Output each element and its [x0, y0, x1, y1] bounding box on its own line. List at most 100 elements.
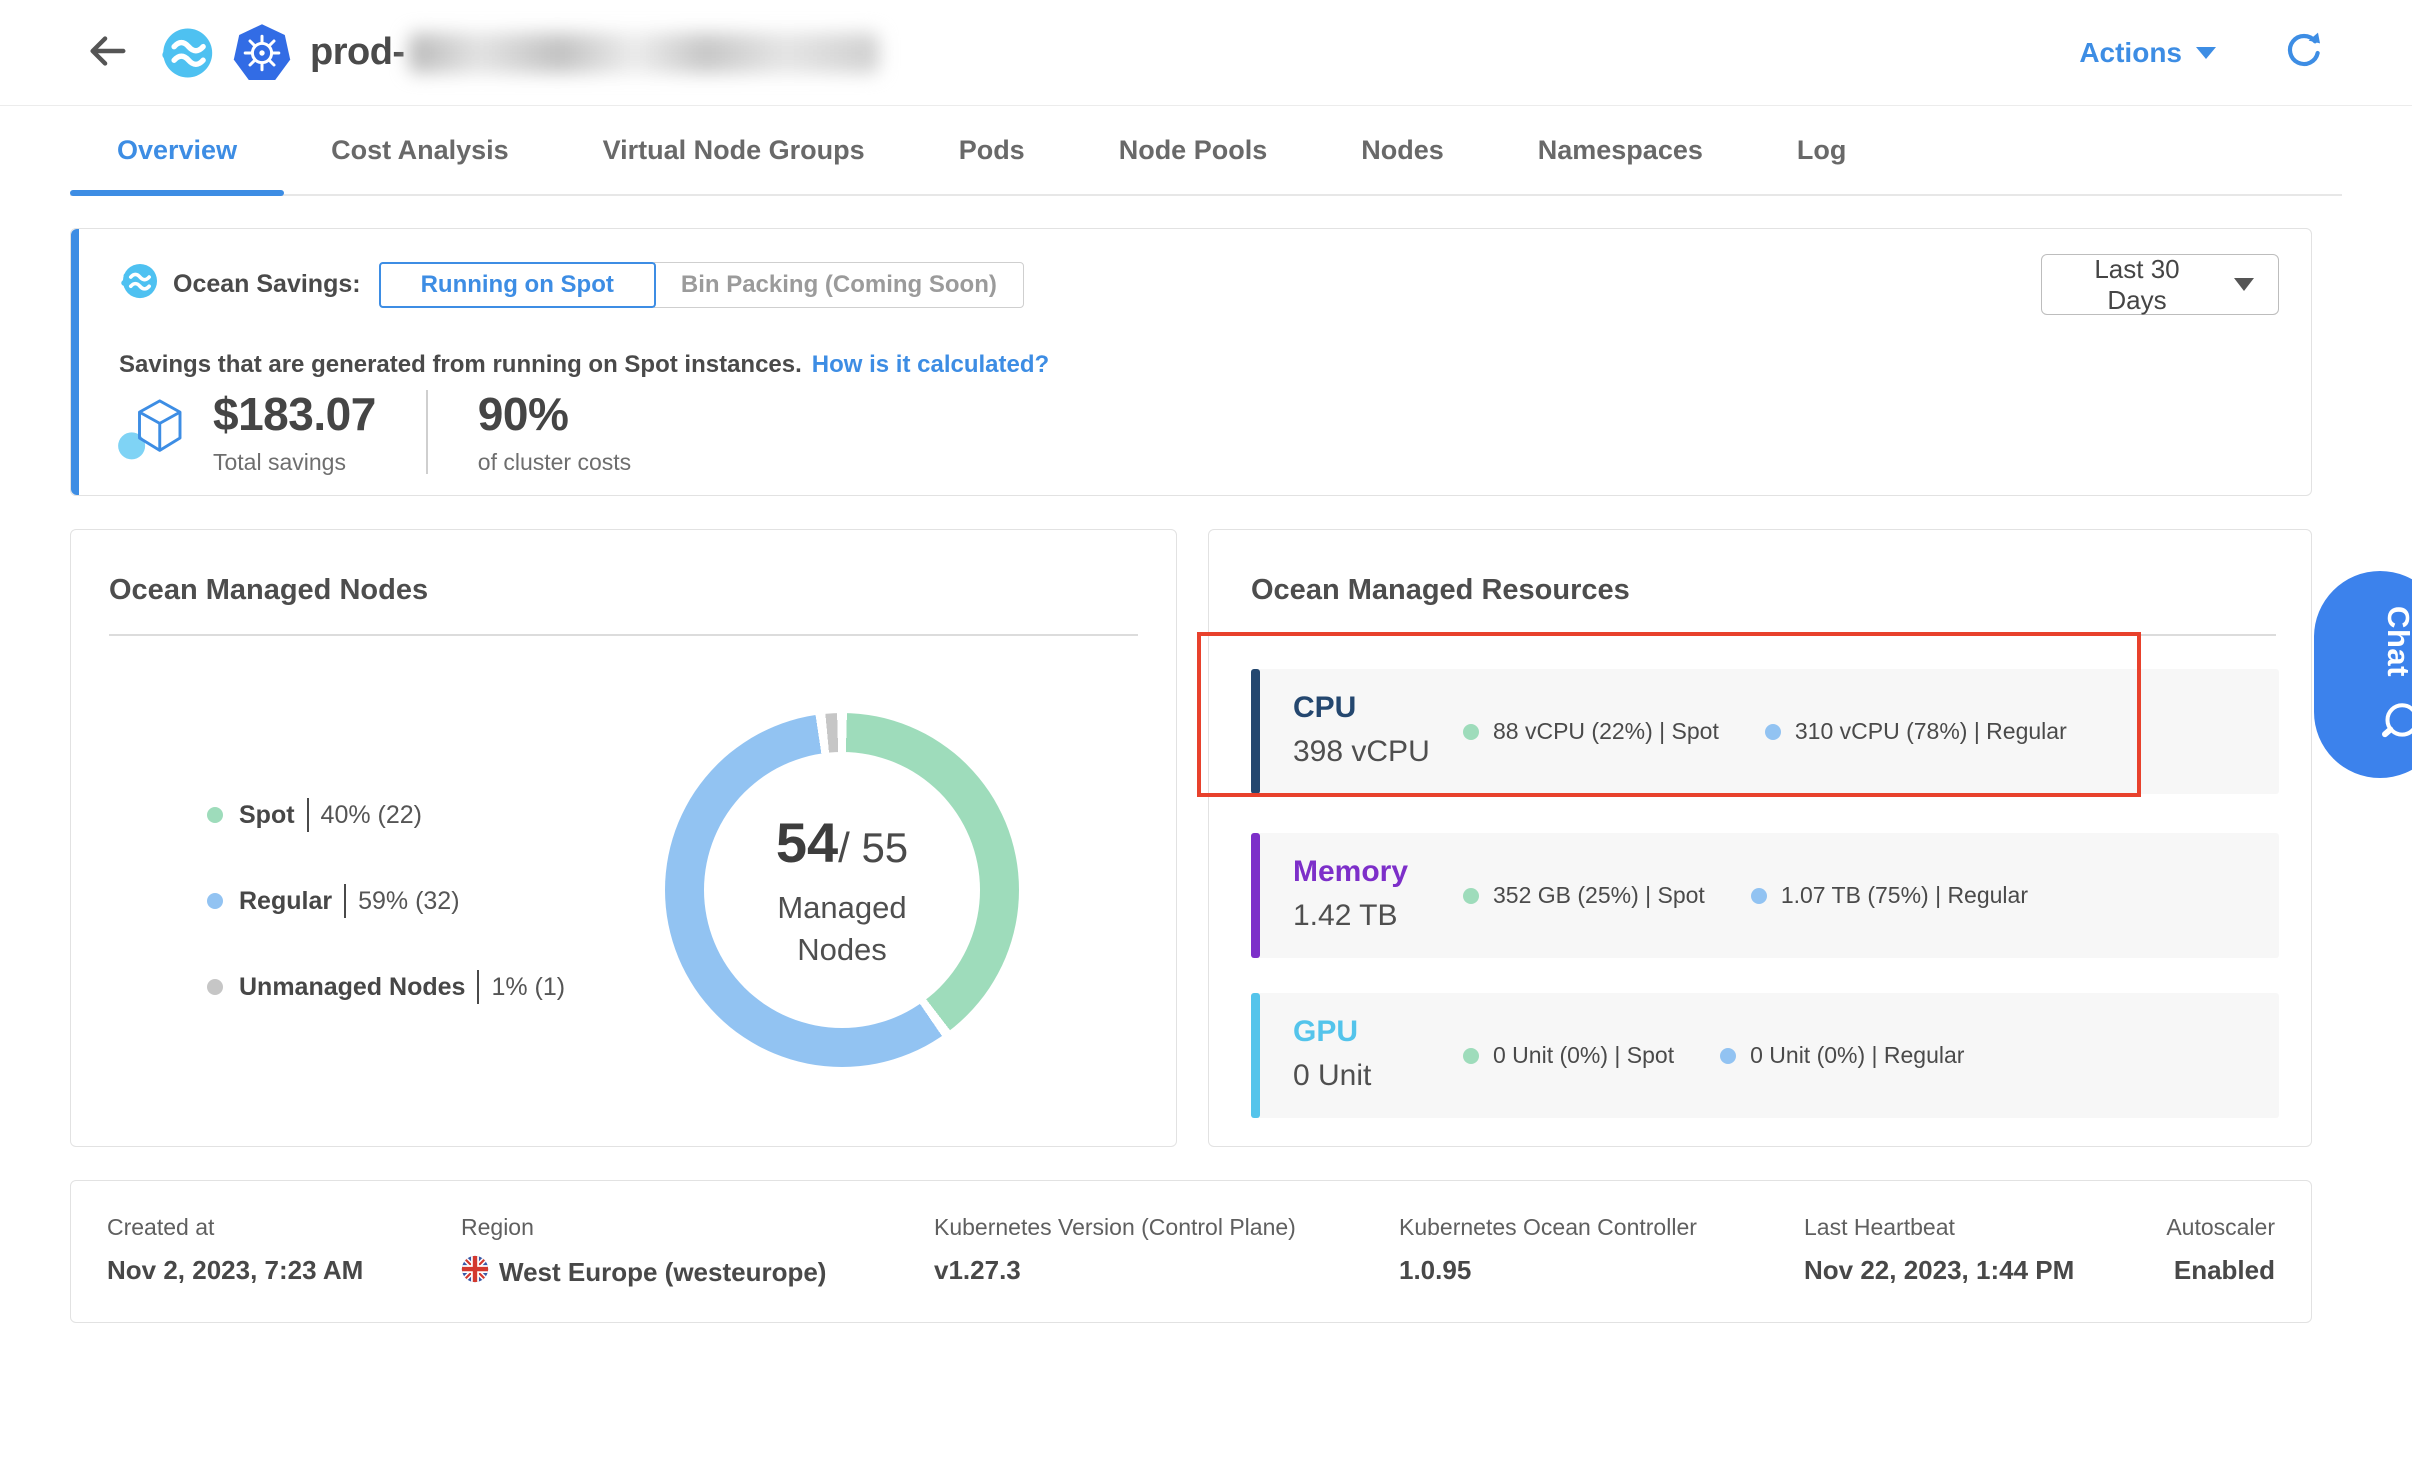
memory-name: Memory [1293, 855, 1408, 889]
savings-description: Savings that are generated from running … [119, 351, 1049, 379]
gpu-regular-stat: 0 Unit (0%) | Regular [1720, 1042, 1964, 1069]
spot-dot [1463, 1048, 1479, 1064]
kubernetes-icon [232, 23, 292, 83]
spot-dot [1463, 888, 1479, 904]
running-on-spot-toggle[interactable]: Running on Spot [379, 262, 656, 308]
cpu-total: 398 vCPU [1293, 735, 1430, 769]
card-divider [1251, 634, 2276, 636]
regular-dot [207, 893, 223, 909]
ocean-cluster-overview-page: prod- Actions Overview Cost Analysis Vir… [0, 0, 2412, 1478]
refresh-icon [2284, 31, 2324, 74]
tab-label: Virtual Node Groups [603, 135, 865, 166]
card-divider [109, 634, 1138, 636]
total-savings-value: $183.07 [213, 387, 376, 441]
legend-item-spot: Spot 40% (22) [207, 798, 565, 832]
legend-item-regular: Regular 59% (32) [207, 884, 565, 918]
chevron-down-icon [2196, 47, 2216, 59]
ocean-managed-resources-card: Ocean Managed Resources CPU 398 vCPU 88 … [1208, 529, 2312, 1147]
cpu-spot-stat: 88 vCPU (22%) | Spot [1463, 718, 1719, 745]
cube-icon [117, 393, 189, 470]
savings-stats: $183.07 Total savings 90% of cluster cos… [117, 387, 631, 476]
created-at-column: Created at Nov 2, 2023, 7:23 AM [107, 1214, 461, 1290]
how-calculated-link[interactable]: How is it calculated? [812, 351, 1049, 378]
k8s-version-column: Kubernetes Version (Control Plane) v1.27… [934, 1214, 1399, 1290]
gpu-name: GPU [1293, 1015, 1371, 1049]
tab-log[interactable]: Log [1750, 107, 1893, 194]
ocean-controller-column: Kubernetes Ocean Controller 1.0.95 [1399, 1214, 1804, 1290]
memory-resource-row: Memory 1.42 TB 352 GB (25%) | Spot 1.07 … [1251, 833, 2279, 958]
gpu-resource-row: GPU 0 Unit 0 Unit (0%) | Spot 0 Unit (0%… [1251, 993, 2279, 1118]
cpu-name: CPU [1293, 691, 1430, 725]
tab-label: Pods [959, 135, 1025, 166]
tab-overview[interactable]: Overview [70, 107, 284, 194]
tab-label: Cost Analysis [331, 135, 509, 166]
region-column: Region West Europe (westeurope) [461, 1214, 934, 1290]
total-savings-label: Total savings [213, 449, 376, 476]
tab-label: Node Pools [1119, 135, 1268, 166]
memory-total: 1.42 TB [1293, 899, 1408, 933]
ocean-logo-icon [156, 24, 214, 82]
chat-label: Chat [2380, 606, 2412, 677]
tab-cost-analysis[interactable]: Cost Analysis [284, 107, 556, 194]
legend-item-unmanaged: Unmanaged Nodes 1% (1) [207, 970, 565, 1004]
managed-resources-title: Ocean Managed Resources [1251, 574, 1630, 607]
savings-accent-bar [71, 229, 79, 495]
ocean-savings-card: Ocean Savings: Running on Spot Bin Packi… [70, 228, 2312, 496]
bin-packing-toggle[interactable]: Bin Packing (Coming Soon) [654, 262, 1024, 308]
refresh-button[interactable] [2284, 31, 2324, 74]
tab-label: Namespaces [1538, 135, 1703, 166]
regular-dot [1720, 1048, 1736, 1064]
gpu-spot-stat: 0 Unit (0%) | Spot [1463, 1042, 1674, 1069]
cpu-regular-stat: 310 vCPU (78%) | Regular [1765, 718, 2067, 745]
redacted-cluster-name [409, 33, 879, 73]
cpu-resource-row: CPU 398 vCPU 88 vCPU (22%) | Spot 310 vC… [1251, 669, 2279, 794]
donut-center-label: Managed Nodes [752, 887, 932, 971]
spot-dot [1463, 724, 1479, 740]
tab-virtual-node-groups[interactable]: Virtual Node Groups [556, 107, 912, 194]
autoscaler-status-value: Enabled [2166, 1255, 2275, 1286]
tab-node-pools[interactable]: Node Pools [1072, 107, 1315, 194]
managed-count: 54 [776, 810, 838, 875]
managed-nodes-donut-chart: 54 / 55 Managed Nodes [665, 713, 1019, 1067]
wave-icon [117, 260, 159, 309]
memory-accent-bar [1251, 833, 1260, 958]
period-dropdown[interactable]: Last 30 Days [2041, 254, 2279, 315]
tab-pods[interactable]: Pods [912, 107, 1072, 194]
k8s-version-value: v1.27.3 [934, 1255, 1399, 1286]
created-at-value: Nov 2, 2023, 7:23 AM [107, 1255, 461, 1286]
actions-label: Actions [2079, 37, 2182, 69]
chevron-down-icon [2234, 278, 2254, 291]
ocean-savings-label: Ocean Savings: [117, 260, 361, 309]
spot-dot [207, 807, 223, 823]
chat-bubble-icon [2375, 699, 2412, 743]
regular-dot [1751, 888, 1767, 904]
total-count: / 55 [838, 824, 908, 872]
period-value: Last 30 Days [2066, 254, 2208, 316]
gpu-accent-bar [1251, 993, 1260, 1118]
tab-bar: Overview Cost Analysis Virtual Node Grou… [70, 107, 2342, 196]
ocean-managed-nodes-card: Ocean Managed Nodes Spot 40% (22) Regula… [70, 529, 1177, 1147]
ocean-controller-value: 1.0.95 [1399, 1255, 1804, 1286]
page-title: prod- [310, 31, 879, 74]
donut-center: 54 / 55 Managed Nodes [704, 752, 980, 1028]
back-button[interactable] [84, 28, 130, 77]
last-heartbeat-value: Nov 22, 2023, 1:44 PM [1804, 1255, 2166, 1286]
back-arrow-icon [84, 28, 130, 77]
header: prod- Actions [0, 0, 2412, 106]
chat-button[interactable]: Chat [2314, 571, 2412, 778]
tab-namespaces[interactable]: Namespaces [1491, 107, 1750, 194]
managed-nodes-title: Ocean Managed Nodes [109, 574, 428, 607]
cluster-cost-percent: 90% [478, 387, 631, 441]
cluster-cost-stat: 90% of cluster costs [478, 387, 631, 476]
cpu-accent-bar [1251, 669, 1260, 794]
savings-mode-toggle: Running on Spot Bin Packing (Coming Soon… [379, 262, 1024, 308]
tab-label: Log [1797, 135, 1846, 166]
stat-divider [426, 390, 428, 474]
unmanaged-dot [207, 979, 223, 995]
tab-nodes[interactable]: Nodes [1314, 107, 1491, 194]
gpu-total: 0 Unit [1293, 1059, 1371, 1093]
actions-button[interactable]: Actions [2079, 37, 2216, 69]
autoscaler-column: Autoscaler Enabled [2166, 1214, 2275, 1290]
tab-label: Overview [117, 135, 237, 166]
total-savings-stat: $183.07 Total savings [213, 387, 376, 476]
